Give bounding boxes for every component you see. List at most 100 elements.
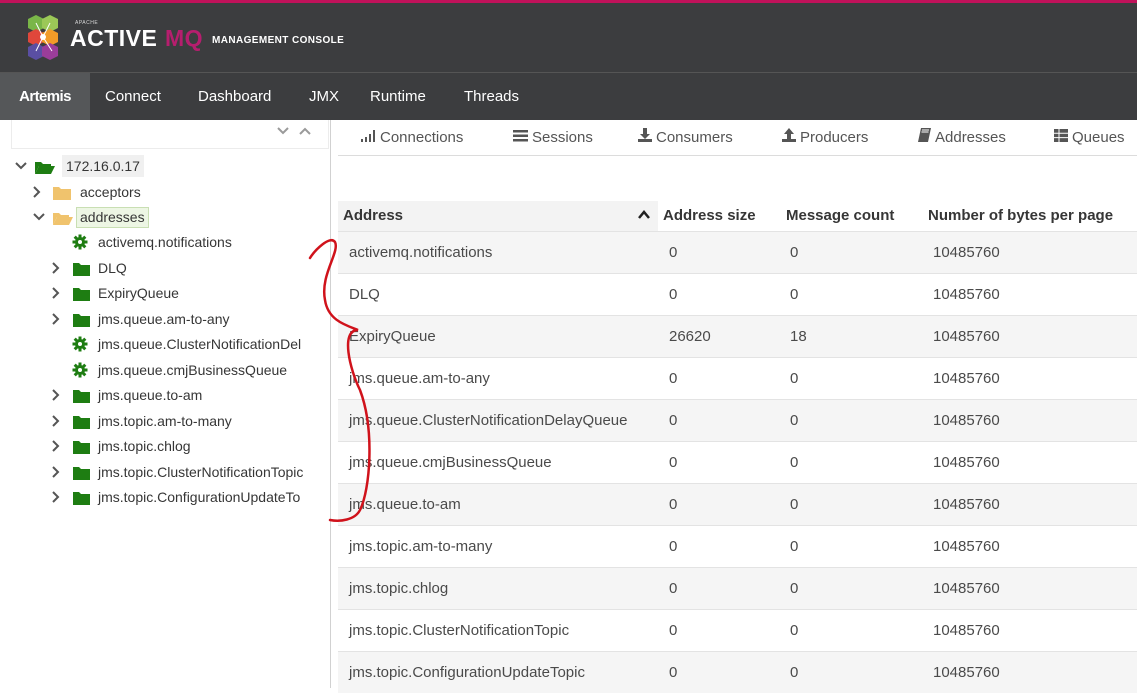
cell-address: jms.topic.chlog: [349, 580, 449, 597]
cell-address: jms.queue.to-am: [349, 496, 461, 513]
chevron-right-icon[interactable]: [50, 410, 62, 432]
nav-connect[interactable]: Connect: [105, 73, 161, 120]
folder-open-icon: [52, 210, 74, 232]
folder-icon: [72, 286, 91, 308]
cell-address: jms.topic.am-to-many: [349, 538, 493, 555]
collapse-all-icon[interactable]: [276, 125, 290, 139]
chevron-right-icon[interactable]: [50, 486, 62, 508]
folder-icon: [52, 185, 72, 207]
column-header-address[interactable]: Address: [338, 201, 658, 231]
chevron-down-icon[interactable]: [33, 206, 45, 228]
column-header-message-count[interactable]: Message count: [786, 201, 894, 231]
cell-address: activemq.notifications: [349, 244, 493, 261]
chevron-right-icon[interactable]: [50, 435, 62, 457]
chevron-right-icon[interactable]: [50, 282, 62, 304]
folder-icon: [72, 414, 91, 436]
tree-node-acceptors[interactable]: acceptors: [0, 181, 330, 203]
cell-address-size: 0: [669, 454, 678, 471]
tree-node-child[interactable]: jms.topic.ClusterNotificationTopic: [0, 461, 330, 483]
cell-address-size: 0: [669, 412, 678, 429]
tree-filter-input[interactable]: [11, 120, 329, 149]
cell-address-size: 26620: [669, 328, 711, 345]
table-row[interactable]: ExpiryQueue 26620 18 10485760: [338, 315, 1137, 357]
cell-bytes-per-page: 10485760: [933, 580, 1000, 597]
tab-queues[interactable]: Queues: [1054, 120, 1125, 156]
table-row[interactable]: jms.topic.chlog 0 0 10485760: [338, 567, 1137, 609]
folder-icon: [72, 388, 91, 410]
cell-address-size: 0: [669, 622, 678, 639]
column-header-bytes-per-page[interactable]: Number of bytes per page: [928, 201, 1113, 231]
column-header-address-size[interactable]: Address size: [663, 201, 756, 231]
cell-address-size: 0: [669, 286, 678, 303]
nav-dashboard[interactable]: Dashboard: [198, 73, 271, 120]
tree-node-root[interactable]: 172.16.0.17: [0, 155, 330, 177]
folder-icon: [72, 312, 91, 334]
cell-address-size: 0: [669, 538, 678, 555]
tree-node-child[interactable]: jms.topic.am-to-many: [0, 410, 330, 432]
tab-consumers-label: Consumers: [656, 129, 733, 146]
tree-root-label: 172.16.0.17: [62, 155, 144, 177]
tab-connections[interactable]: Connections: [360, 120, 463, 156]
tree-node-child[interactable]: jms.queue.ClusterNotificationDel: [0, 333, 330, 355]
cell-message-count: 18: [790, 328, 807, 345]
upload-icon: [782, 120, 796, 156]
tree-node-child[interactable]: jms.queue.to-am: [0, 384, 330, 406]
expand-all-icon[interactable]: [298, 125, 312, 139]
tree-node-child[interactable]: DLQ: [0, 257, 330, 279]
tree-acceptors-label: acceptors: [80, 184, 141, 200]
nav-threads[interactable]: Threads: [464, 73, 519, 120]
tree-child-label: DLQ: [98, 260, 127, 276]
cell-bytes-per-page: 10485760: [933, 412, 1000, 429]
table-row[interactable]: jms.queue.am-to-any 0 0 10485760: [338, 357, 1137, 399]
nav-artemis[interactable]: Artemis: [0, 73, 90, 120]
cell-message-count: 0: [790, 370, 799, 387]
cell-address: jms.queue.ClusterNotificationDelayQueue: [349, 412, 628, 429]
nav-runtime[interactable]: Runtime: [370, 73, 426, 120]
chevron-right-icon[interactable]: [50, 308, 62, 330]
chevron-down-icon[interactable]: [15, 155, 27, 177]
tab-queues-label: Queues: [1072, 129, 1125, 146]
tab-producers[interactable]: Producers: [782, 120, 868, 156]
tab-consumers[interactable]: Consumers: [638, 120, 733, 156]
tree-child-label: jms.topic.ConfigurationUpdateTo: [98, 489, 301, 505]
tree-child-label: ExpiryQueue: [98, 285, 179, 301]
tab-connections-label: Connections: [380, 129, 464, 146]
chevron-right-icon[interactable]: [50, 257, 62, 279]
tree-node-child[interactable]: jms.topic.chlog: [0, 435, 330, 457]
folder-icon: [72, 490, 91, 508]
logo-active-text: ACTIVE: [70, 25, 158, 51]
tree-node-child[interactable]: jms.topic.ConfigurationUpdateTo: [0, 486, 330, 508]
table-row[interactable]: jms.topic.ConfigurationUpdateTopic 0 0 1…: [338, 651, 1137, 693]
tab-sessions[interactable]: Sessions: [513, 120, 593, 156]
tree-node-child[interactable]: ExpiryQueue: [0, 282, 330, 304]
chevron-right-icon[interactable]: [50, 384, 62, 406]
table-row[interactable]: DLQ 0 0 10485760: [338, 273, 1137, 315]
folder-icon: [72, 439, 91, 461]
nav-jmx[interactable]: JMX: [309, 73, 339, 120]
cell-message-count: 0: [790, 496, 799, 513]
table-row[interactable]: jms.topic.am-to-many 0 0 10485760: [338, 525, 1137, 567]
cell-bytes-per-page: 10485760: [933, 244, 1000, 261]
tree-node-child[interactable]: activemq.notifications: [0, 231, 330, 253]
table-row[interactable]: jms.queue.to-am 0 0 10485760: [338, 483, 1137, 525]
tree-node-addresses[interactable]: addresses: [0, 206, 330, 228]
cell-message-count: 0: [790, 454, 799, 471]
cell-address-size: 0: [669, 580, 678, 597]
tree-node-child[interactable]: jms.queue.am-to-any: [0, 308, 330, 330]
cell-address-size: 0: [669, 244, 678, 261]
chevron-right-icon[interactable]: [50, 461, 62, 483]
tree-child-label: jms.queue.cmjBusinessQueue: [98, 362, 288, 378]
tree-child-label: jms.queue.ClusterNotificationDel: [98, 336, 302, 352]
table-row[interactable]: activemq.notifications 0 0 10485760: [338, 231, 1137, 273]
tree-node-child[interactable]: jms.queue.cmjBusinessQueue: [0, 359, 330, 381]
folder-icon: [72, 261, 91, 283]
sort-ascending-icon: [638, 210, 650, 219]
cell-message-count: 0: [790, 286, 799, 303]
tree-child-label: jms.queue.to-am: [98, 387, 203, 403]
table-row[interactable]: jms.queue.cmjBusinessQueue 0 0 10485760: [338, 441, 1137, 483]
chevron-right-icon[interactable]: [31, 181, 43, 203]
cell-message-count: 0: [790, 580, 799, 597]
table-row[interactable]: jms.topic.ClusterNotificationTopic 0 0 1…: [338, 609, 1137, 651]
table-row[interactable]: jms.queue.ClusterNotificationDelayQueue …: [338, 399, 1137, 441]
tab-addresses[interactable]: Addresses: [918, 120, 1006, 156]
